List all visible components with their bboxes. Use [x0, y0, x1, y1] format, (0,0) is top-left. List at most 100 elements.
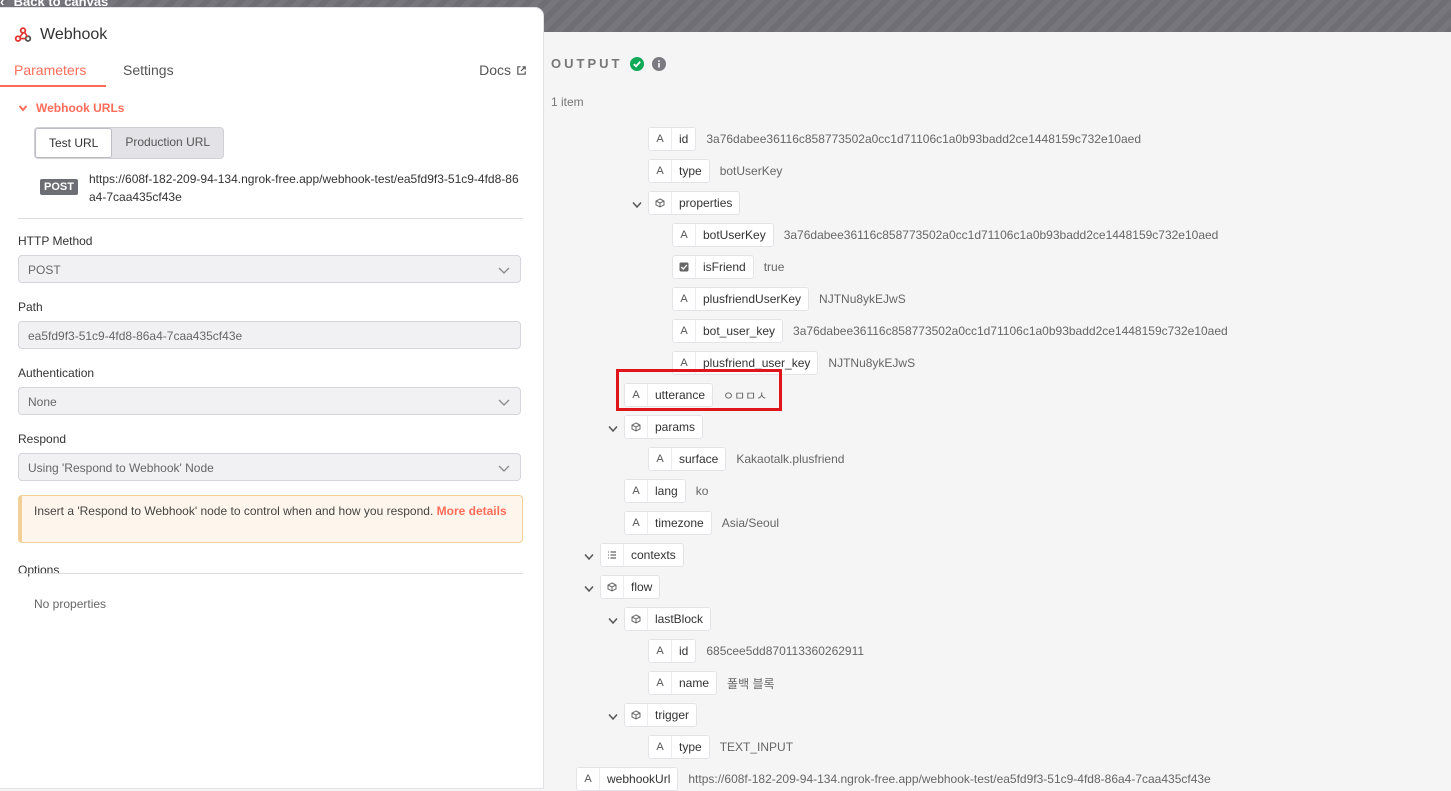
authentication-label: Authentication — [18, 366, 95, 380]
webhook-url[interactable]: https://608f-182-209-94-134.ngrok-free.a… — [89, 170, 519, 206]
output-row-id[interactable]: Aid 685cee5dd870113360262911 — [648, 639, 864, 663]
http-method-select[interactable]: POST — [18, 255, 521, 283]
panel-tabs: Parameters Settings Docs — [0, 56, 543, 88]
output-key-name: contexts — [631, 548, 676, 562]
chevron-down-icon[interactable] — [584, 580, 594, 598]
path-input[interactable]: ea5fd9f3-51c9-4fd8-86a4-7caa435cf43e — [18, 321, 521, 349]
output-row-bot-user-key[interactable]: Abot_user_key 3a76dabee36116c858773502a0c… — [672, 319, 1228, 343]
active-tab-indicator — [0, 85, 106, 87]
output-key-name: params — [655, 420, 696, 434]
output-row-timezone[interactable]: Atimezone Asia/Seoul — [624, 511, 779, 535]
output-key: flow — [600, 575, 661, 599]
output-row-params[interactable]: params — [608, 415, 704, 439]
output-key-name: timezone — [655, 516, 704, 530]
output-value: 3a76dabee36116c858773502a0cc1d71106c1a0b… — [793, 324, 1228, 338]
output-row-contexts[interactable]: contexts — [584, 543, 684, 567]
respond-select[interactable]: Using 'Respond to Webhook' Node — [18, 453, 521, 481]
output-key-name: webhookUrl — [607, 772, 671, 786]
output-key: lastBlock — [624, 607, 712, 631]
tab-parameters[interactable]: Parameters — [14, 62, 86, 78]
respond-value: Using 'Respond to Webhook' Node — [28, 461, 214, 475]
output-key: Abot_user_key — [672, 319, 784, 343]
output-value: 3a76dabee36116c858773502a0cc1d71106c1a0b… — [783, 228, 1219, 242]
output-value: true — [763, 260, 785, 274]
output-key-name: plusfriend_user_key — [703, 356, 811, 370]
object-type-icon — [625, 608, 648, 630]
output-value: botUserKey — [719, 164, 783, 178]
output-key: Atimezone — [624, 511, 712, 535]
output-key: Atype — [648, 159, 710, 183]
output-key: contexts — [600, 543, 684, 567]
info-icon[interactable] — [652, 56, 667, 71]
output-key-name: lang — [655, 484, 678, 498]
chevron-down-icon[interactable] — [608, 612, 618, 630]
boolean-type-icon — [673, 256, 696, 278]
output-key: trigger — [624, 703, 698, 727]
output-row-name[interactable]: Aname 폴백 블록 — [648, 671, 775, 695]
output-row-type[interactable]: Atype TEXT_INPUT — [648, 735, 793, 759]
output-row-webhookurl[interactable]: AwebhookUrl https://608f-182-209-94-134.n… — [576, 767, 1211, 791]
chevron-down-icon[interactable] — [608, 420, 618, 438]
output-key: Aname — [648, 671, 718, 695]
output-row-properties[interactable]: properties — [632, 191, 741, 215]
object-type-icon — [625, 416, 648, 438]
docs-label: Docs — [479, 62, 511, 78]
chevron-down-icon[interactable] — [608, 708, 618, 726]
output-key: Alang — [624, 479, 686, 503]
authentication-select[interactable]: None — [18, 387, 521, 415]
output-key: Atype — [648, 735, 710, 759]
string-type-icon: A — [625, 480, 648, 502]
tab-settings[interactable]: Settings — [123, 62, 174, 78]
output-key-name: type — [679, 740, 702, 754]
output-row-lastblock[interactable]: lastBlock — [608, 607, 712, 631]
production-url-option[interactable]: Production URL — [112, 128, 223, 158]
output-value: NJTNu8ykEJwS — [828, 356, 916, 370]
no-properties-text: No properties — [34, 597, 107, 611]
docs-link[interactable]: Docs — [479, 62, 527, 78]
output-key: AplusfriendUserKey — [672, 287, 810, 311]
respond-label: Respond — [18, 432, 67, 446]
string-type-icon: A — [649, 448, 672, 470]
test-url-option[interactable]: Test URL — [35, 128, 113, 158]
divider — [18, 573, 523, 574]
chevron-down-icon — [498, 399, 510, 406]
output-row-type[interactable]: Atype botUserKey — [648, 159, 783, 183]
string-type-icon: A — [649, 640, 672, 662]
output-value: ko — [695, 484, 709, 498]
chevron-down-icon[interactable] — [584, 548, 594, 566]
output-row-plusfrienduserkey[interactable]: AplusfriendUserKey NJTNu8ykEJwS — [672, 287, 906, 311]
string-type-icon: A — [649, 128, 672, 150]
output-row-trigger[interactable]: trigger — [608, 703, 698, 727]
string-type-icon: A — [649, 672, 672, 694]
webhook-urls-label: Webhook URLs — [36, 101, 125, 115]
output-key-name: botUserKey — [703, 228, 766, 242]
string-type-icon: A — [649, 736, 672, 758]
output-key: isFriend — [672, 255, 754, 279]
output-value: 3a76dabee36116c858773502a0cc1d71106c1a0b… — [706, 132, 1141, 146]
output-item-count: 1 item — [551, 95, 584, 109]
output-key-name: plusfriendUserKey — [703, 292, 802, 306]
options-label: Options — [18, 563, 60, 577]
webhook-urls-toggle[interactable]: Webhook URLs — [18, 101, 124, 115]
chevron-down-icon[interactable] — [632, 196, 642, 214]
path-value: ea5fd9f3-51c9-4fd8-86a4-7caa435cf43e — [28, 329, 243, 343]
output-value: NJTNu8ykEJwS — [819, 292, 906, 306]
array-type-icon — [601, 544, 624, 566]
output-row-surface[interactable]: Asurface Kakaotalk.plusfriend — [648, 447, 845, 471]
output-row-botuserkey[interactable]: AbotUserKey 3a76dabee36116c858773502a0cc1… — [672, 223, 1219, 247]
output-title: OUTPUT — [551, 56, 623, 71]
output-row-lang[interactable]: Alang ko — [624, 479, 709, 503]
node-title-text: Webhook — [40, 26, 108, 43]
more-details-link[interactable]: More details — [437, 504, 507, 518]
object-type-icon — [649, 192, 672, 214]
string-type-icon: A — [577, 768, 600, 790]
output-row-id[interactable]: Aid 3a76dabee36116c858773502a0cc1d71106c1… — [648, 127, 1141, 151]
output-row-flow[interactable]: flow — [584, 575, 661, 599]
output-value: Kakaotalk.plusfriend — [736, 452, 845, 466]
output-key-name: id — [679, 644, 689, 658]
output-row-isfriend[interactable]: isFriend true — [672, 255, 785, 279]
respond-notice: Insert a 'Respond to Webhook' node to co… — [18, 495, 523, 543]
output-value: 폴백 블록 — [727, 676, 775, 691]
object-type-icon — [625, 704, 648, 726]
output-value: https://608f-182-209-94-134.ngrok-free.a… — [688, 772, 1211, 786]
